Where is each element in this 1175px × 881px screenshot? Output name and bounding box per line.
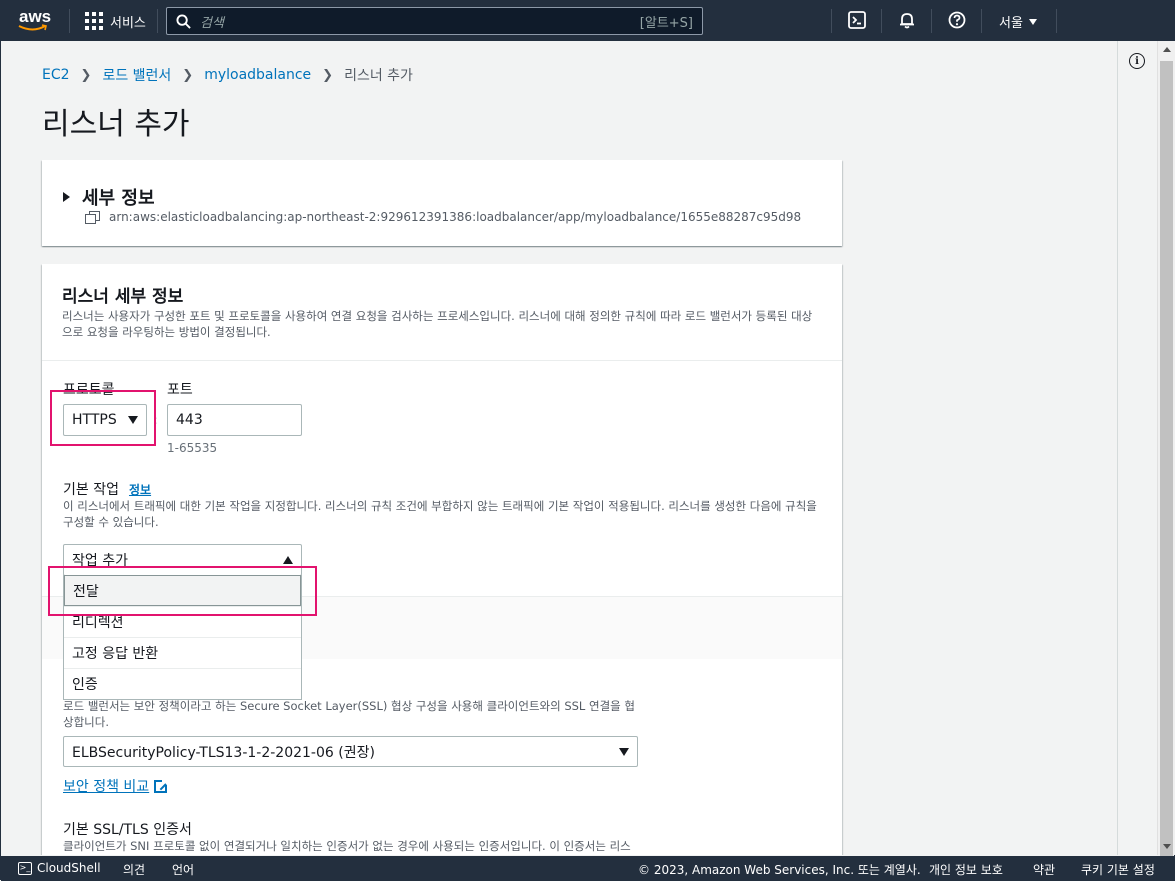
breadcrumb-current: 리스너 추가: [344, 68, 413, 84]
nav-divider: [981, 9, 982, 33]
action-option-fixed-response[interactable]: 고정 응답 반환: [64, 637, 301, 668]
terms-link[interactable]: 약관: [1033, 861, 1055, 878]
external-link-icon: [154, 778, 169, 793]
privacy-link[interactable]: 개인 정보 보호: [929, 861, 1003, 878]
search-shortcut: [알트+S]: [639, 15, 693, 31]
cloudshell-icon[interactable]: [848, 11, 868, 31]
bell-icon[interactable]: [898, 11, 918, 31]
terminal-icon: >_: [18, 862, 32, 875]
port-input[interactable]: 443: [167, 404, 302, 436]
caret-down-icon: [1028, 18, 1037, 25]
help-icon[interactable]: [948, 11, 968, 31]
search-placeholder: 검색: [200, 15, 224, 31]
action-option-authenticate[interactable]: 인증: [64, 668, 301, 699]
nav-divider: [931, 9, 932, 33]
certificate-label: 기본 SSL/TLS 인증서: [63, 822, 192, 838]
certificate-description: 클라이언트가 SNI 프로토콜 없이 연결되거나 일치하는 인증서가 없는 경우…: [63, 839, 631, 853]
arn-value: arn:aws:elasticloadbalancing:ap-northeas…: [109, 210, 802, 224]
cookie-preferences-link[interactable]: 쿠키 기본 설정: [1081, 861, 1155, 878]
services-menu-button[interactable]: 서비스: [85, 10, 146, 32]
arn-row: arn:aws:elasticloadbalancing:ap-northeas…: [85, 210, 801, 224]
scrollbar-thumb[interactable]: [1160, 61, 1173, 866]
caret-right-icon: [63, 192, 70, 202]
caret-down-icon: [619, 747, 629, 756]
nav-divider: [157, 9, 158, 33]
page-title: 리스너 추가: [42, 107, 190, 142]
aws-smile-icon: [18, 24, 47, 31]
default-action-info-link[interactable]: 정보: [129, 481, 151, 498]
nav-divider: [1056, 9, 1057, 33]
search-input[interactable]: 검색 [알트+S]: [166, 7, 703, 35]
browser-window: aws 서비스 검색 [알트+S] 서울 EC2 ❯ 로드 밸런서 ❯ mylo…: [0, 0, 1175, 881]
footer: >_ CloudShell 의견 언어 © 2023, Amazon Web Se…: [1, 856, 1175, 881]
scroll-down-icon[interactable]: [1163, 844, 1171, 849]
caret-up-icon: [283, 556, 293, 564]
language-link[interactable]: 언어: [172, 861, 194, 878]
chevron-right-icon: ❯: [80, 67, 92, 83]
details-expander[interactable]: 세부 정보: [63, 184, 155, 210]
breadcrumb-myloadbalance[interactable]: myloadbalance: [204, 67, 311, 83]
top-navigation: aws 서비스 검색 [알트+S] 서울: [1, 1, 1175, 41]
cloudshell-footer-button[interactable]: >_ CloudShell: [18, 861, 101, 875]
search-icon: [176, 13, 191, 29]
info-icon[interactable]: i: [1129, 53, 1145, 69]
cloudshell-label: CloudShell: [37, 861, 101, 875]
grid-icon: [85, 12, 103, 30]
feedback-link[interactable]: 의견: [123, 861, 145, 878]
copyright-text: © 2023, Amazon Web Services, Inc. 또는 계열사…: [638, 863, 921, 877]
listener-card-title: 리스너 세부 정보: [62, 287, 184, 307]
services-label: 서비스: [110, 15, 146, 31]
scroll-up-icon[interactable]: [1163, 47, 1171, 52]
main-content: EC2 ❯ 로드 밸런서 ❯ myloadbalance ❯ 리스너 추가 리스…: [1, 41, 1117, 855]
nav-divider: [69, 9, 70, 33]
default-action-description: 이 리스너에서 트래픽에 대한 기본 작업을 지정합니다. 리스너의 규칙 조건…: [63, 499, 817, 529]
region-label: 서울: [999, 16, 1023, 31]
security-policy-select[interactable]: ELBSecurityPolicy-TLS13-1-2-2021-06 (권장): [63, 736, 638, 767]
security-policy-value: ELBSecurityPolicy-TLS13-1-2-2021-06 (권장): [72, 744, 375, 761]
port-label: 포트: [167, 382, 193, 398]
region-selector[interactable]: 서울: [999, 12, 1037, 31]
breadcrumb-ec2[interactable]: EC2: [42, 67, 70, 83]
listener-card-header: 리스너 세부 정보 리스너는 사용자가 구성한 포트 및 프로토콜을 사용하여 …: [42, 264, 842, 361]
breadcrumb-load-balancers[interactable]: 로드 밸런서: [102, 65, 171, 85]
chevron-right-icon: ❯: [322, 67, 334, 83]
highlight-box-protocol: [50, 390, 156, 446]
listener-card-description: 리스너는 사용자가 구성한 포트 및 프로토콜을 사용하여 연결 요청을 검사하…: [62, 309, 813, 339]
nav-divider: [831, 9, 832, 33]
compare-security-policies-link[interactable]: 보안 정책 비교: [63, 776, 169, 796]
aws-logo[interactable]: aws: [17, 7, 53, 35]
default-action-label-row: 기본 작업 정보: [63, 479, 151, 499]
default-action-label: 기본 작업: [63, 482, 119, 498]
side-rail-divider: [1117, 41, 1118, 855]
port-hint: 1-65535: [167, 441, 218, 455]
nav-divider: [881, 9, 882, 33]
compare-link-label: 보안 정책 비교: [63, 779, 150, 795]
details-title: 세부 정보: [82, 188, 155, 209]
port-value: 443: [176, 412, 203, 428]
highlight-box-forward: [48, 566, 317, 616]
details-card: 세부 정보 arn:aws:elasticloadbalancing:ap-no…: [42, 160, 842, 246]
breadcrumb: EC2 ❯ 로드 밸런서 ❯ myloadbalance ❯ 리스너 추가: [42, 65, 413, 85]
copy-icon[interactable]: [85, 211, 100, 224]
security-policy-description: 로드 밸런서는 보안 정책이라고 하는 Secure Socket Layer(…: [63, 699, 635, 729]
chevron-right-icon: ❯: [182, 67, 194, 83]
vertical-scrollbar[interactable]: [1157, 41, 1175, 866]
